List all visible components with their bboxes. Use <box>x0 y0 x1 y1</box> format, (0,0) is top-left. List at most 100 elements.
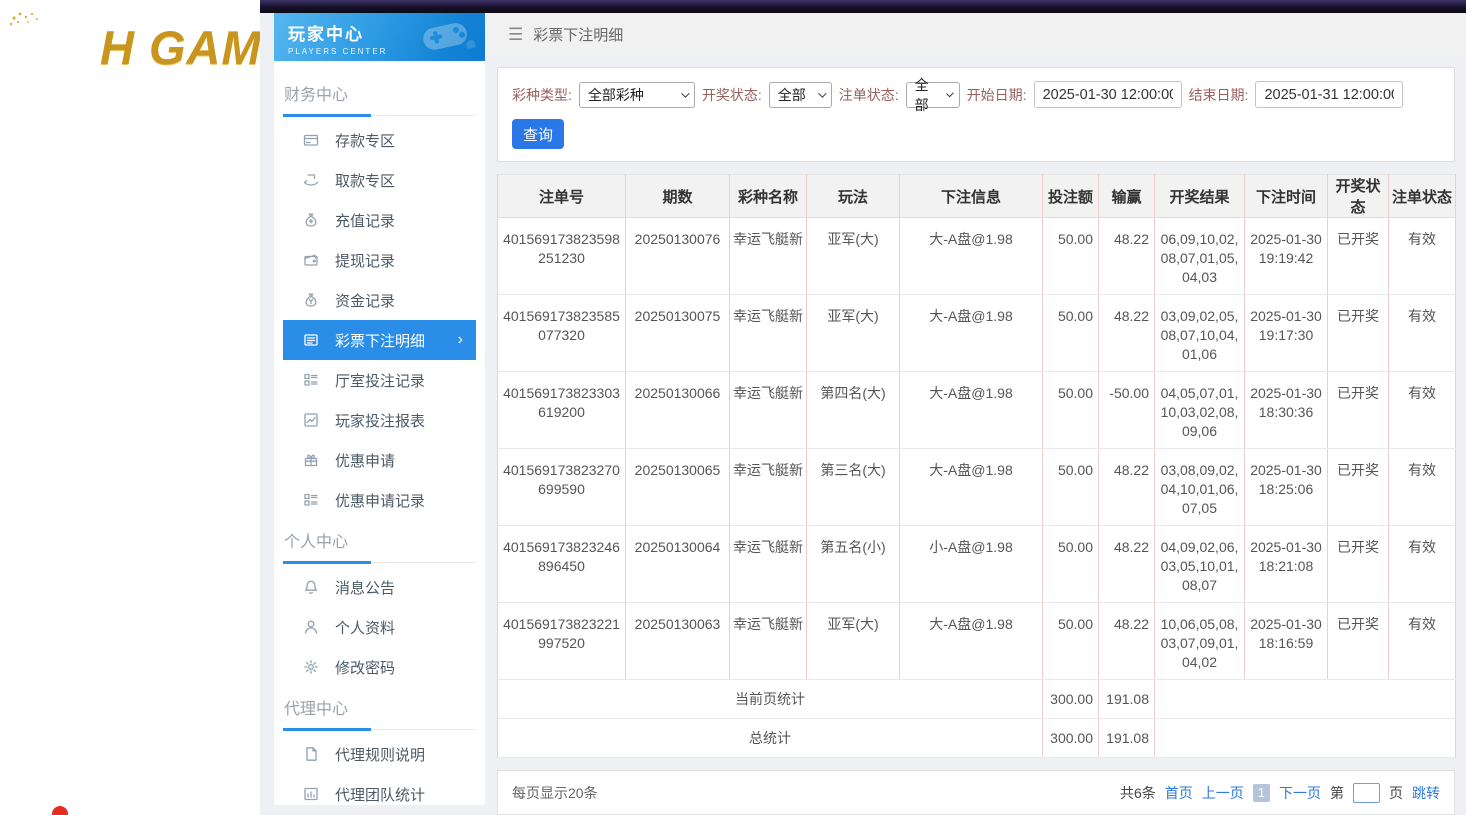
team-stats-icon <box>303 786 319 802</box>
section-label: 个人中心 <box>284 528 476 552</box>
table-row: 40156917382358507732020250130075幸运飞艇新亚军(… <box>498 295 1456 372</box>
report-chart-icon <box>303 412 319 428</box>
sidebar-item-withdraw[interactable]: 取款专区 <box>283 160 476 200</box>
top-dark-strip <box>260 0 1466 13</box>
table-row: 40156917382330361920020250130066幸运飞艇新第四名… <box>498 372 1456 449</box>
sidebar-item-label: 代理规则说明 <box>335 744 425 765</box>
table-row: 40156917382327069959020250130065幸运飞艇新第三名… <box>498 449 1456 526</box>
sidebar-item-promo-records[interactable]: 优惠申请记录 <box>283 480 476 520</box>
sidebar-item-label: 厅室投注记录 <box>335 370 425 391</box>
jump-suffix: 页 <box>1389 783 1403 803</box>
column-header: 期数 <box>626 175 730 218</box>
menu-toggle-icon[interactable]: ☰ <box>508 25 523 45</box>
first-page-link[interactable]: 首页 <box>1165 783 1193 803</box>
sidebar-item-player-bet-report[interactable]: 玩家投注报表 <box>283 400 476 440</box>
sidebar: 玩家中心 PLAYERS CENTER 财务中心 <box>273 13 485 805</box>
bet-detail-icon <box>303 332 319 348</box>
column-header: 下注时间 <box>1245 175 1328 218</box>
search-button[interactable]: 查询 <box>512 119 564 149</box>
sidebar-item-withdrawal-records[interactable]: 提现记录 <box>283 240 476 280</box>
sidebar-item-label: 充值记录 <box>335 210 395 231</box>
order-status-select[interactable]: 全部 <box>906 82 960 108</box>
sidebar-item-agent-team-stats[interactable]: 代理团队统计 <box>283 774 476 814</box>
logo-bars-icon <box>8 10 100 84</box>
promo-gift-icon <box>303 452 319 468</box>
sidebar-item-agent-rules[interactable]: 代理规则说明 <box>283 734 476 774</box>
sidebar-section-personal: 个人中心 消息公告 个人资料 修改密码 <box>283 528 476 687</box>
jump-prefix: 第 <box>1330 783 1344 803</box>
caret-down-icon <box>681 89 689 97</box>
column-header: 下注信息 <box>900 175 1043 218</box>
caret-down-icon <box>818 89 826 97</box>
sidebar-item-label: 优惠申请 <box>335 450 395 471</box>
lottery-type-select[interactable]: 全部彩种 <box>579 82 695 108</box>
summary-label: 当前页统计 <box>498 680 1043 719</box>
sidebar-item-promo-apply[interactable]: 优惠申请 <box>283 440 476 480</box>
start-date-label: 开始日期: <box>967 85 1027 105</box>
bell-icon <box>303 579 319 595</box>
section-label: 财务中心 <box>284 81 476 105</box>
table-row: 40156917382359825123020250130076幸运飞艇新亚军(… <box>498 218 1456 295</box>
jump-button[interactable]: 跳转 <box>1412 783 1440 803</box>
sidebar-section-agent: 代理中心 代理规则说明 代理团队统计 <box>283 695 476 814</box>
wallet-icon <box>303 252 319 268</box>
sidebar-item-profile[interactable]: 个人资料 <box>283 607 476 647</box>
sidebar-item-label: 资金记录 <box>335 290 395 311</box>
sidebar-item-label: 修改密码 <box>335 657 395 678</box>
gear-icon <box>303 659 319 675</box>
column-header: 注单状态 <box>1389 175 1456 218</box>
sidebar-item-deposit[interactable]: 存款专区 <box>283 120 476 160</box>
deposit-card-icon <box>303 132 319 148</box>
next-page-link[interactable]: 下一页 <box>1279 783 1321 803</box>
page-title: 彩票下注明细 <box>533 24 623 45</box>
sidebar-item-label: 彩票下注明细 <box>335 330 425 351</box>
promo-list-icon <box>303 492 319 508</box>
sidebar-item-label: 取款专区 <box>335 170 395 191</box>
screen: H GAME 玩家中心 PLAYERS CENTER <box>0 0 1466 815</box>
funds-bag-icon <box>303 292 319 308</box>
column-header: 开奖状态 <box>1328 175 1389 218</box>
section-underline <box>283 728 371 731</box>
sidebar-item-funds-records[interactable]: 资金记录 <box>283 280 476 320</box>
caret-down-icon <box>946 89 954 97</box>
table-header-row: 注单号 期数 彩种名称 玩法 下注信息 投注额 输赢 开奖结果 下注时间 开奖状… <box>498 175 1456 218</box>
bet-details-table: 注单号 期数 彩种名称 玩法 下注信息 投注额 输赢 开奖结果 下注时间 开奖状… <box>497 174 1456 758</box>
table-row: 40156917382324689645020250130064幸运飞艇新第五名… <box>498 526 1456 603</box>
sidebar-item-label: 玩家投注报表 <box>335 410 425 431</box>
content-area: ☰ 彩票下注明细 彩种类型: 全部彩种 开奖状态: 全部 <box>485 13 1466 815</box>
section-underline <box>283 561 371 564</box>
brand-pane: H GAME <box>0 0 260 815</box>
column-header: 开奖结果 <box>1155 175 1245 218</box>
sidebar-item-label: 代理团队统计 <box>335 784 425 805</box>
main-pane: 玩家中心 PLAYERS CENTER 财务中心 <box>260 0 1466 815</box>
column-header: 投注额 <box>1043 175 1099 218</box>
sidebar-item-lottery-bet-details[interactable]: 彩票下注明细 › <box>283 320 476 360</box>
end-date-input[interactable] <box>1255 81 1403 108</box>
page-size-text: 每页显示20条 <box>512 783 598 803</box>
draw-status-label: 开奖状态: <box>702 85 762 105</box>
order-status-label: 注单状态: <box>839 85 899 105</box>
sidebar-item-recharge-records[interactable]: 充值记录 <box>283 200 476 240</box>
chevron-right-icon: › <box>458 332 463 348</box>
sidebar-item-label: 提现记录 <box>335 250 395 271</box>
bottom-red-icon <box>52 806 68 815</box>
section-label: 代理中心 <box>284 695 476 719</box>
summary-row-current-page: 当前页统计 300.00 191.08 <box>498 680 1456 719</box>
current-page-badge: 1 <box>1253 784 1270 802</box>
sidebar-item-hall-bet-records[interactable]: 厅室投注记录 <box>283 360 476 400</box>
logo-text: H GAME <box>100 20 260 75</box>
table-row: 40156917382322199752020250130063幸运飞艇新亚军(… <box>498 603 1456 680</box>
draw-status-select[interactable]: 全部 <box>769 82 832 108</box>
sidebar-item-label: 消息公告 <box>335 577 395 598</box>
sidebar-item-label: 优惠申请记录 <box>335 490 425 511</box>
sidebar-item-announcements[interactable]: 消息公告 <box>283 567 476 607</box>
prev-page-link[interactable]: 上一页 <box>1202 783 1244 803</box>
sidebar-item-change-password[interactable]: 修改密码 <box>283 647 476 687</box>
page-jump-input[interactable] <box>1353 783 1380 803</box>
withdraw-hand-icon <box>303 172 319 188</box>
start-date-input[interactable] <box>1034 81 1182 108</box>
summary-row-total: 总统计 300.00 191.08 <box>498 719 1456 758</box>
sidebar-item-label: 存款专区 <box>335 130 395 151</box>
hall-bet-list-icon <box>303 372 319 388</box>
summary-label: 总统计 <box>498 719 1043 758</box>
